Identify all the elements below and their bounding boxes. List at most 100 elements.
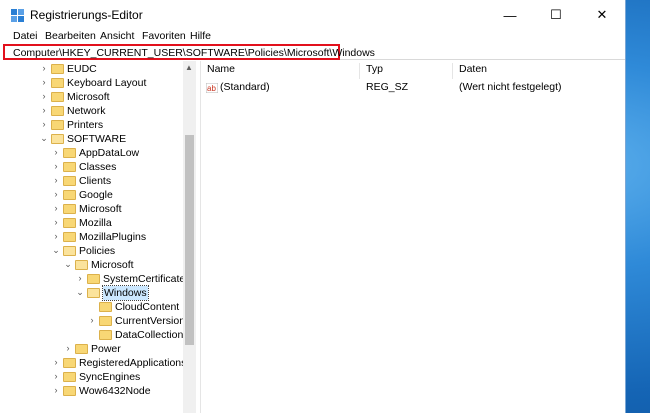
tree-item[interactable]: Keyboard Layout bbox=[67, 76, 146, 90]
tree-item[interactable]: Microsoft bbox=[67, 90, 110, 104]
tree-item[interactable]: Policies bbox=[79, 244, 115, 258]
value-type: REG_SZ bbox=[366, 81, 409, 93]
expand-chevron-icon[interactable]: › bbox=[52, 385, 60, 395]
tree-item[interactable]: SystemCertificates bbox=[103, 272, 183, 286]
tree-item[interactable]: Wow6432Node bbox=[79, 384, 151, 398]
folder-icon bbox=[51, 78, 64, 88]
folder-icon bbox=[63, 232, 76, 242]
folder-icon bbox=[63, 204, 76, 214]
collapse-chevron-icon[interactable]: ⌄ bbox=[52, 245, 60, 256]
menu-favoriten[interactable]: Favoriten bbox=[142, 30, 186, 43]
column-divider[interactable] bbox=[359, 63, 360, 79]
expand-chevron-icon[interactable]: › bbox=[52, 147, 60, 157]
expand-chevron-icon[interactable]: › bbox=[52, 371, 60, 381]
folder-icon bbox=[63, 218, 76, 228]
title-bar[interactable]: Registrierungs-Editor — ☐ ✕ bbox=[0, 0, 625, 30]
tree-item[interactable]: AppDataLow bbox=[79, 146, 139, 160]
expand-chevron-icon[interactable]: › bbox=[52, 161, 60, 171]
tree-item[interactable]: SyncEngines bbox=[79, 370, 140, 384]
expand-chevron-icon[interactable]: › bbox=[64, 343, 72, 353]
expand-chevron-icon[interactable]: › bbox=[52, 189, 60, 199]
tree-item[interactable]: Microsoft bbox=[91, 258, 134, 272]
address-path: Computer\HKEY_CURRENT_USER\SOFTWARE\Poli… bbox=[13, 47, 375, 59]
string-value-icon: ab bbox=[206, 83, 218, 93]
tree-item[interactable]: CloudContent bbox=[115, 300, 179, 314]
menu-ansicht[interactable]: Ansicht bbox=[100, 30, 134, 43]
folder-icon bbox=[87, 288, 100, 298]
tree-item[interactable]: Windows bbox=[102, 285, 149, 301]
maximize-icon: ☐ bbox=[550, 7, 562, 22]
folder-icon bbox=[51, 92, 64, 102]
expand-chevron-icon[interactable]: › bbox=[52, 203, 60, 213]
folder-icon bbox=[99, 316, 112, 326]
svg-text:ab: ab bbox=[207, 84, 216, 93]
tree-item[interactable]: Power bbox=[91, 342, 121, 356]
folder-icon bbox=[63, 162, 76, 172]
column-divider[interactable] bbox=[452, 63, 453, 79]
tree-item[interactable]: CurrentVersion bbox=[115, 314, 183, 328]
tree-item[interactable]: EUDC bbox=[67, 62, 97, 76]
tree-item[interactable]: SOFTWARE bbox=[67, 132, 126, 146]
close-icon: ✕ bbox=[596, 7, 608, 22]
folder-icon bbox=[63, 246, 76, 256]
folder-icon bbox=[63, 176, 76, 186]
folder-icon bbox=[75, 260, 88, 270]
expand-chevron-icon[interactable]: › bbox=[52, 231, 60, 241]
expand-chevron-icon[interactable]: › bbox=[52, 175, 60, 185]
expand-chevron-icon[interactable]: › bbox=[40, 63, 48, 73]
menu-bar: Datei Bearbeiten Ansicht Favoriten Hilfe bbox=[0, 30, 625, 43]
window-title: Registrierungs-Editor bbox=[30, 8, 143, 22]
column-header-name[interactable]: Name bbox=[207, 63, 235, 75]
value-data: (Wert nicht festgelegt) bbox=[459, 81, 562, 93]
menu-bearbeiten[interactable]: Bearbeiten bbox=[45, 30, 96, 43]
folder-icon bbox=[51, 106, 64, 116]
tree-item[interactable]: Mozilla bbox=[79, 216, 112, 230]
maximize-button[interactable]: ☐ bbox=[533, 0, 579, 30]
value-name[interactable]: (Standard) bbox=[220, 81, 270, 95]
menu-datei[interactable]: Datei bbox=[13, 30, 38, 43]
minimize-button[interactable]: — bbox=[487, 0, 533, 30]
close-button[interactable]: ✕ bbox=[579, 0, 625, 30]
folder-icon bbox=[99, 302, 112, 312]
tree-item[interactable]: Classes bbox=[79, 160, 116, 174]
collapse-chevron-icon[interactable]: ⌄ bbox=[40, 133, 48, 144]
tree-item[interactable]: Microsoft bbox=[79, 202, 122, 216]
key-tree: › EUDC › Keyboard Layout › Microsoft › Network ›… bbox=[0, 61, 183, 413]
tree-item[interactable]: Printers bbox=[67, 118, 103, 132]
expand-chevron-icon[interactable]: › bbox=[40, 119, 48, 129]
column-header-type[interactable]: Typ bbox=[366, 63, 383, 75]
tree-item[interactable]: DataCollection bbox=[115, 328, 183, 342]
tree-scroll-thumb[interactable] bbox=[185, 135, 194, 345]
expand-chevron-icon[interactable]: › bbox=[40, 91, 48, 101]
folder-icon bbox=[63, 386, 76, 396]
address-bar[interactable]: Computer\HKEY_CURRENT_USER\SOFTWARE\Poli… bbox=[3, 44, 375, 60]
tree-item[interactable]: RegisteredApplications bbox=[79, 356, 183, 370]
expand-chevron-icon[interactable]: › bbox=[88, 315, 96, 325]
folder-icon bbox=[63, 190, 76, 200]
tree-item[interactable]: MozillaPlugins bbox=[79, 230, 146, 244]
expand-chevron-icon[interactable]: › bbox=[40, 105, 48, 115]
registry-editor-window: Registrierungs-Editor — ☐ ✕ Datei Bearbe… bbox=[0, 0, 626, 413]
address-bar-divider bbox=[340, 59, 625, 60]
minimize-icon: — bbox=[503, 7, 517, 23]
tree-item[interactable]: Clients bbox=[79, 174, 111, 188]
folder-icon bbox=[87, 274, 100, 284]
folder-icon bbox=[51, 64, 64, 74]
folder-icon bbox=[63, 372, 76, 382]
collapse-chevron-icon[interactable]: ⌄ bbox=[76, 287, 84, 298]
menu-hilfe[interactable]: Hilfe bbox=[190, 30, 211, 43]
folder-icon bbox=[63, 358, 76, 368]
expand-chevron-icon[interactable]: › bbox=[52, 217, 60, 227]
values-list: Name Typ Daten ab (Standard) REG_SZ (Wer… bbox=[200, 61, 625, 413]
scroll-up-icon[interactable]: ▲ bbox=[185, 63, 193, 72]
expand-chevron-icon[interactable]: › bbox=[76, 273, 84, 283]
expand-chevron-icon[interactable]: › bbox=[40, 77, 48, 87]
folder-icon bbox=[63, 148, 76, 158]
tree-item[interactable]: Network bbox=[67, 104, 106, 118]
tree-item[interactable]: Google bbox=[79, 188, 113, 202]
expand-chevron-icon[interactable]: › bbox=[52, 357, 60, 367]
column-header-data[interactable]: Daten bbox=[459, 63, 487, 75]
regedit-app-icon bbox=[11, 9, 24, 22]
collapse-chevron-icon[interactable]: ⌄ bbox=[64, 259, 72, 270]
folder-icon bbox=[51, 134, 64, 144]
